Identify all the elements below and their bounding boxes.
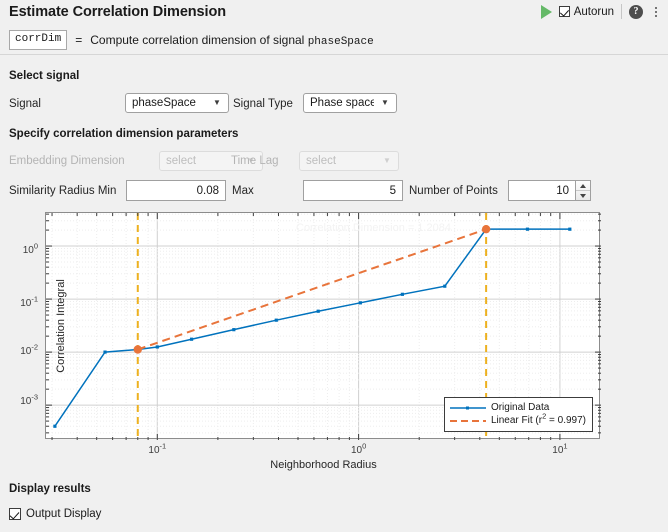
- plot-legend: Original Data Linear Fit (r2 = 0.997): [443, 397, 593, 432]
- output-display-toggle[interactable]: Output Display: [9, 508, 101, 520]
- autorun-label: Autorun: [573, 5, 614, 18]
- signal-type-label: Signal Type: [233, 98, 293, 110]
- output-display-label: Output Display: [26, 508, 102, 520]
- legend-swatch-linear-fit: [449, 416, 486, 426]
- number-of-points-stepper[interactable]: [576, 180, 591, 201]
- similarity-radius-min-label: Similarity Radius Min: [9, 185, 117, 197]
- chevron-down-icon: ▼: [383, 156, 391, 165]
- signal-type-dropdown[interactable]: Phase space ▼: [303, 93, 397, 113]
- y-tick-10e-1: 10-1: [20, 294, 38, 309]
- plot-watermark-title: Correlation Dimension = 1.2084: [296, 222, 452, 234]
- display-results-heading: Display results: [9, 483, 91, 495]
- number-of-points-label: Number of Points: [409, 185, 498, 197]
- embedding-dimension-value: select: [166, 155, 197, 167]
- x-axis-label: Neighborhood Radius: [270, 459, 377, 471]
- help-icon[interactable]: ?: [629, 4, 643, 19]
- x-tick-10e-1: 10-1: [148, 441, 167, 456]
- autorun-checkbox[interactable]: [558, 6, 570, 17]
- signal-type-dropdown-value: Phase space: [310, 97, 374, 109]
- autorun-toggle[interactable]: Autorun: [558, 5, 614, 18]
- y-tick-10e0: 100: [22, 241, 38, 256]
- legend-item-original-data: Original Data: [449, 401, 586, 414]
- chevron-down-icon: ▼: [381, 98, 389, 107]
- select-signal-heading: Select signal: [9, 70, 80, 82]
- time-lag-value: select: [306, 155, 337, 167]
- page-title: Estimate Correlation Dimension: [9, 4, 226, 20]
- number-of-points-input[interactable]: 10: [508, 180, 576, 201]
- signal-dropdown[interactable]: phaseSpace ▼: [125, 93, 229, 113]
- signature-signal-name: phaseSpace: [307, 35, 374, 48]
- header-separator: [0, 54, 668, 55]
- time-lag-label: Time Lag: [231, 155, 279, 167]
- x-tick-10e0: 100: [350, 441, 367, 456]
- time-lag-dropdown[interactable]: select ▼: [299, 151, 399, 171]
- y-axis-label: Correlation Integral: [54, 278, 67, 373]
- signal-dropdown-value: phaseSpace: [132, 97, 196, 109]
- function-signature-bar: corrDim = Compute correlation dimension …: [0, 26, 668, 54]
- output-variable-field[interactable]: corrDim: [9, 30, 68, 50]
- header-toolbar: Autorun ?: [540, 4, 662, 19]
- legend-label-original-data: Original Data: [490, 402, 550, 413]
- y-tick-10e-3: 10-3: [20, 392, 38, 407]
- more-options-icon[interactable]: [650, 5, 662, 19]
- equals-sign: =: [75, 33, 83, 47]
- stepper-decrement[interactable]: [576, 191, 590, 200]
- output-display-checkbox[interactable]: [9, 508, 21, 520]
- x-tick-10e1: 101: [552, 441, 568, 456]
- parameters-heading: Specify correlation dimension parameters: [9, 128, 239, 140]
- legend-label-linear-fit: Linear Fit (r2 = 0.997): [490, 411, 586, 426]
- stepper-increment[interactable]: [576, 181, 590, 191]
- legend-swatch-original-data: [449, 403, 486, 413]
- legend-item-linear-fit: Linear Fit (r2 = 0.997): [449, 411, 586, 427]
- correlation-dimension-plot[interactable]: Correlation Dimension = 1.2084 Correlati…: [20, 212, 601, 471]
- embedding-dimension-label: Embedding Dimension: [9, 155, 125, 167]
- signal-label: Signal: [9, 98, 41, 110]
- similarity-radius-max-input[interactable]: 5: [303, 180, 403, 201]
- run-icon[interactable]: [540, 4, 552, 19]
- max-label: Max: [232, 185, 254, 197]
- y-tick-10e-2: 10-2: [20, 342, 38, 357]
- signature-description: Compute correlation dimension of signal …: [90, 33, 373, 48]
- similarity-radius-min-input[interactable]: 0.08: [126, 180, 226, 201]
- title-bar: Estimate Correlation Dimension Autorun ?: [0, 0, 668, 26]
- toolbar-divider: [621, 4, 622, 19]
- chevron-down-icon: ▼: [213, 98, 221, 107]
- signature-description-text: Compute correlation dimension of signal: [90, 32, 308, 47]
